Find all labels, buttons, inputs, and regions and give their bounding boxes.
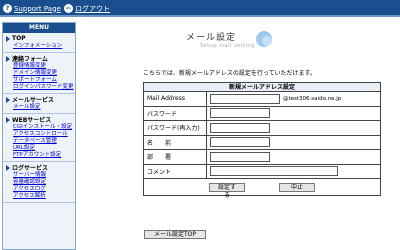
sidebar-item-domain[interactable]: ドメイン情報変更 bbox=[6, 70, 72, 77]
main-content: メール設定 Setup mail setting こちらでは、新規メールアドレス… bbox=[80, 20, 400, 250]
form-buttons: 設定する 中止 bbox=[144, 179, 380, 199]
form-row-department: 部 署 bbox=[144, 150, 380, 165]
sidebar-section-mail: メールサービス メール設定 bbox=[3, 94, 75, 114]
section-label: 連絡フォーム bbox=[12, 56, 48, 63]
section-label: メールサービス bbox=[12, 97, 55, 104]
sidebar-item-mail-settings[interactable]: メール設定 bbox=[6, 104, 72, 111]
help-icon: ? bbox=[3, 4, 12, 13]
sidebar-item-registration[interactable]: 登録情報変更 bbox=[6, 63, 72, 70]
sidebar-item-capacity[interactable]: 容量確認設定 bbox=[6, 179, 72, 186]
field-value-cell bbox=[207, 136, 380, 150]
sidebar-item-cgi[interactable]: CGIインストール・設定 bbox=[6, 124, 72, 131]
menu-title: MENU bbox=[3, 23, 75, 33]
logout-icon: ⇦ bbox=[64, 4, 73, 13]
field-label: パスワード(再入力) bbox=[144, 121, 207, 135]
field-label: 名 前 bbox=[144, 135, 207, 149]
sidebar-section-top: TOP インフォメーション bbox=[3, 33, 75, 53]
intro-text: こちらでは、新規メールアドレスの設定を行っていただけます。 bbox=[143, 70, 316, 77]
new-mail-form: 新規メールアドレス設定 Mail Address @test306.saido.… bbox=[143, 82, 381, 199]
field-value-cell bbox=[207, 107, 380, 121]
form-row-password: パスワード bbox=[144, 106, 380, 121]
field-label: パスワード bbox=[144, 106, 207, 120]
logout-label: ログアウト bbox=[75, 4, 110, 13]
section-label: TOP bbox=[12, 35, 26, 42]
field-value-cell: @test306.saido.ne.jp bbox=[207, 92, 380, 106]
bullet-icon bbox=[6, 164, 10, 171]
field-label: Mail Address bbox=[144, 92, 207, 106]
comment-input[interactable] bbox=[210, 166, 338, 177]
sidebar-section-contact: 連絡フォーム 登録情報変更 ドメイン情報変更 サポートフォーム ログインパスワー… bbox=[3, 53, 75, 94]
mail-address-input[interactable] bbox=[210, 93, 280, 104]
sidebar-section-web: WEBサービス CGIインストール・設定 アクセスコントロール データベース管理… bbox=[3, 114, 75, 162]
name-input[interactable] bbox=[210, 137, 270, 148]
sidebar-item-access-analysis[interactable]: アクセス解析 bbox=[6, 193, 72, 200]
top-bar: ? Support Page ⇦ ログアウト bbox=[0, 0, 400, 17]
form-row-password-confirm: パスワード(再入力) bbox=[144, 121, 380, 136]
department-input[interactable] bbox=[210, 151, 270, 162]
submit-button[interactable]: 設定する bbox=[209, 182, 245, 199]
sidebar-item-access-control[interactable]: アクセスコントロール bbox=[6, 131, 72, 138]
page-subtitle: Setup mail setting bbox=[200, 43, 255, 49]
password-input[interactable] bbox=[210, 108, 270, 119]
sidebar-section-header[interactable]: WEBサービス bbox=[6, 115, 72, 124]
field-value-cell bbox=[207, 121, 380, 135]
sidebar-item-access-log[interactable]: アクセスログ bbox=[6, 186, 72, 193]
bullet-icon bbox=[6, 96, 10, 103]
sidebar-item-login-password[interactable]: ログインパスワード変更 bbox=[6, 84, 74, 91]
sidebar-section-header[interactable]: メールサービス bbox=[6, 95, 72, 104]
form-row-mail-address: Mail Address @test306.saido.ne.jp bbox=[144, 92, 380, 107]
form-row-name: 名 前 bbox=[144, 135, 380, 150]
form-title: 新規メールアドレス設定 bbox=[144, 83, 380, 92]
bullet-icon bbox=[6, 116, 10, 123]
mail-settings-top-button[interactable]: メール設定TOP bbox=[144, 230, 206, 239]
header-decoration bbox=[262, 36, 272, 46]
section-label: ログサービス bbox=[12, 165, 49, 172]
sidebar-menu: MENU TOP インフォメーション 連絡フォーム 登録情報変更 ドメイン情報変… bbox=[2, 22, 76, 250]
support-page-link[interactable]: ? Support Page bbox=[3, 3, 61, 14]
bullet-icon bbox=[6, 35, 10, 42]
page-header: メール設定 Setup mail setting bbox=[176, 28, 296, 56]
form-row-comment: コメント bbox=[144, 164, 380, 179]
password-confirm-input[interactable] bbox=[210, 122, 270, 133]
sidebar-item-ftp[interactable]: FTPアカウント設定 bbox=[6, 152, 72, 159]
bullet-icon bbox=[6, 55, 10, 62]
mail-domain: @test306.saido.ne.jp bbox=[283, 95, 342, 102]
sidebar-item-url[interactable]: URL設定 bbox=[6, 145, 72, 152]
sidebar-section-header[interactable]: ログサービス bbox=[6, 163, 72, 172]
support-page-label: Support Page bbox=[14, 4, 61, 13]
sidebar-item-support-form[interactable]: サポートフォーム bbox=[6, 77, 72, 84]
sidebar-item-database[interactable]: データベース管理 bbox=[6, 138, 72, 145]
sidebar-section-header[interactable]: TOP bbox=[6, 34, 72, 43]
field-label: コメント bbox=[144, 164, 207, 178]
sidebar-section-header[interactable]: 連絡フォーム bbox=[6, 54, 72, 63]
page-title: メール設定 bbox=[186, 33, 237, 43]
field-value-cell bbox=[207, 165, 380, 179]
sidebar-item-information[interactable]: インフォメーション bbox=[6, 43, 72, 50]
sidebar-item-server-info[interactable]: サーバー情報 bbox=[6, 172, 72, 179]
sidebar-section-log: ログサービス サーバー情報 容量確認設定 アクセスログ アクセス解析 bbox=[3, 162, 75, 203]
field-value-cell bbox=[207, 150, 380, 164]
section-label: WEBサービス bbox=[12, 117, 52, 124]
field-label: 部 署 bbox=[144, 150, 207, 164]
cancel-button[interactable]: 中止 bbox=[279, 182, 315, 192]
logout-link[interactable]: ⇦ ログアウト bbox=[64, 3, 110, 14]
